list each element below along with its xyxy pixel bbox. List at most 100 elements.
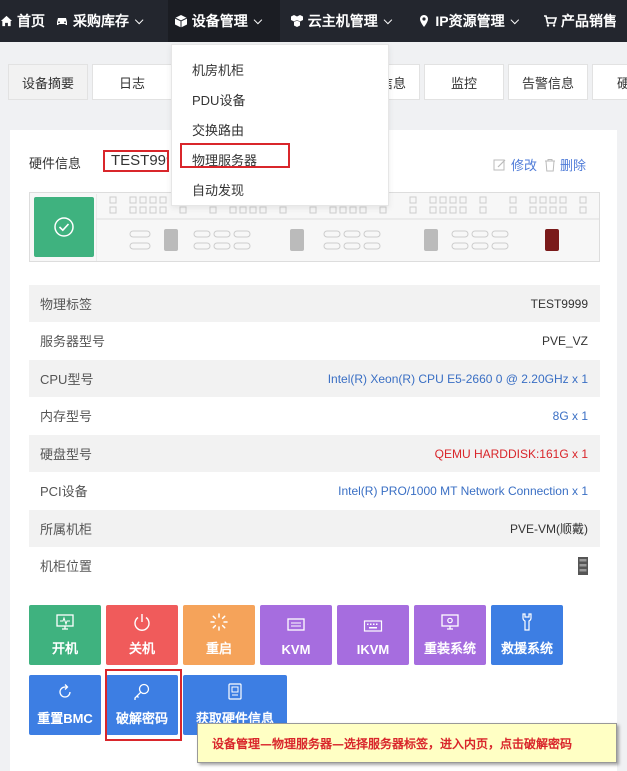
home-icon — [0, 15, 13, 27]
tab-summary[interactable]: 设备摘要 — [8, 64, 88, 100]
info-label: CPU型号 — [40, 372, 94, 387]
nav-product-sales[interactable]: 产品销售 — [529, 0, 627, 42]
rescue-button[interactable]: 救援系统 — [491, 605, 563, 665]
info-value: PVE-VM(顺戴) — [509, 522, 588, 536]
nav-purchase[interactable]: 采购库存 ⌵ — [55, 0, 168, 42]
power-off-button[interactable]: 关机 — [106, 605, 178, 665]
nav-ip-resource[interactable]: IP资源管理 ⌵ — [407, 0, 529, 42]
tab-hardware-label: 硬 — [617, 73, 627, 92]
nav-purchase-label: 采购库存 — [73, 13, 129, 29]
tab-alerts[interactable]: 告警信息 — [508, 64, 588, 100]
chevron-down-icon: ⌵ — [383, 14, 393, 27]
nav-home[interactable]: 首页 — [0, 0, 55, 42]
nav-device-management[interactable]: 设备管理 ⌵ — [167, 0, 280, 42]
info-label: 所属机柜 — [40, 522, 93, 537]
delete-link[interactable]: 删除 — [544, 155, 586, 174]
info-value: Intel(R) Xeon(R) CPU E5-2660 0 @ 2.20GHz… — [327, 371, 588, 386]
tab-alerts-label: 告警信息 — [521, 75, 574, 91]
chip-icon — [228, 683, 242, 700]
restart-label: 重启 — [205, 641, 232, 656]
info-label: 机柜位置 — [40, 559, 93, 574]
delete-label: 删除 — [560, 158, 587, 173]
cubes-icon — [290, 15, 303, 27]
spinner-icon — [210, 613, 228, 631]
chevron-down-icon: ⌵ — [253, 14, 263, 27]
info-value: QEMU HARDDISK:161G x 1 — [434, 446, 588, 461]
cube-icon — [174, 15, 188, 28]
reinstall-label: 重装系统 — [423, 641, 476, 656]
kvm-icon — [287, 618, 305, 631]
reset-bmc-label: 重置BMC — [37, 711, 93, 726]
restart-button[interactable]: 重启 — [183, 605, 255, 665]
info-row: CPU型号 Intel(R) Xeon(R) CPU E5-2660 0 @ 2… — [29, 360, 600, 397]
nav-device-label: 设备管理 — [191, 13, 248, 29]
power-status-tile — [34, 197, 94, 257]
map-marker-icon — [420, 15, 429, 27]
tab-log[interactable]: 日志 — [92, 64, 172, 100]
chevron-down-icon: ⌵ — [135, 14, 144, 27]
dropdown-item-label: 自动发现 — [192, 183, 245, 198]
device-management-dropdown: 机房机柜 PDU设备 交换路由 物理服务器 自动发现 — [171, 44, 389, 206]
tab-monitor-label: 监控 — [450, 75, 477, 91]
kvm-button[interactable]: KVM — [260, 605, 332, 665]
info-value: 8G x 1 — [552, 408, 588, 423]
nav-home-label: 首页 — [17, 13, 45, 29]
physical-server-highlight — [180, 143, 290, 168]
desktop-gear-icon — [441, 614, 459, 630]
power-off-label: 关机 — [128, 641, 155, 656]
rack-position-icon — [578, 556, 588, 575]
kvm-label: KVM — [281, 642, 311, 657]
info-row: 所属机柜 PVE-VM(顺戴) — [29, 510, 600, 547]
power-on-button[interactable]: 开机 — [29, 605, 101, 665]
hardware-name: TEST9999 — [103, 150, 169, 172]
info-label: PCI设备 — [40, 484, 88, 499]
dropdown-item-label: 交换路由 — [192, 123, 245, 138]
tab-hardware[interactable]: 硬 — [592, 64, 627, 100]
nav-cloud-host[interactable]: 云主机管理 ⌵ — [280, 0, 408, 42]
monitor-icon — [56, 614, 74, 630]
info-label: 服务器型号 — [40, 334, 106, 349]
dropdown-item-label: PDU设备 — [192, 93, 246, 108]
nav-cloud-label: 云主机管理 — [307, 13, 378, 29]
wrench-icon — [522, 613, 532, 631]
tab-summary-label: 设备摘要 — [21, 75, 74, 91]
info-label: 硬盘型号 — [40, 447, 93, 462]
dropdown-item-pdu[interactable]: PDU设备 — [192, 90, 245, 109]
info-label: 内存型号 — [40, 409, 93, 424]
info-row: 硬盘型号 QEMU HARDDISK:161G x 1 — [29, 435, 600, 472]
info-value: TEST9999 — [530, 296, 588, 311]
instruction-callout: 设备管理—物理服务器—选择服务器标签，进入内页，点击破解密码 — [197, 723, 617, 763]
top-navbar: 首页 采购库存 ⌵ 设备管理 ⌵ 云主机管理 ⌵ IP资源管理 ⌵ 产品销售 — [0, 0, 627, 42]
chevron-down-icon: ⌵ — [510, 14, 519, 27]
info-row: 机柜位置 — [29, 547, 600, 584]
keyboard-icon — [363, 620, 383, 632]
info-value: Intel(R) PRO/1000 MT Network Connection … — [338, 483, 588, 498]
ikvm-button[interactable]: IKVM — [337, 605, 409, 665]
info-value: PVE_VZ — [541, 333, 588, 348]
car-icon — [57, 18, 67, 25]
reinstall-button[interactable]: 重装系统 — [414, 605, 486, 665]
trash-icon — [545, 158, 555, 171]
info-row: PCI设备 Intel(R) PRO/1000 MT Network Conne… — [29, 472, 600, 509]
edit-link[interactable]: 修改 — [493, 155, 537, 174]
nav-ip-label: IP资源管理 — [435, 13, 505, 29]
power-icon — [134, 614, 150, 631]
dropdown-item-auto-discover[interactable]: 自动发现 — [192, 180, 244, 199]
tab-log-label: 日志 — [118, 75, 145, 91]
power-on-label: 开机 — [51, 641, 78, 656]
edit-label: 修改 — [511, 158, 538, 173]
tab-monitor[interactable]: 监控 — [424, 64, 504, 100]
dropdown-item-rack[interactable]: 机房机柜 — [192, 60, 244, 79]
info-row: 内存型号 8G x 1 — [29, 397, 600, 434]
refresh-icon — [59, 684, 71, 698]
reset-bmc-button[interactable]: 重置BMC — [29, 675, 101, 735]
nav-sales-label: 产品销售 — [561, 13, 617, 29]
crack-password-highlight — [105, 669, 182, 741]
info-row: 服务器型号 PVE_VZ — [29, 322, 600, 359]
cart-icon — [544, 15, 557, 27]
ikvm-label: IKVM — [356, 642, 390, 657]
hardware-info-label: 硬件信息 — [29, 156, 82, 171]
dropdown-item-switch[interactable]: 交换路由 — [192, 120, 244, 139]
check-circle-icon — [54, 217, 74, 237]
edit-icon — [493, 159, 506, 170]
